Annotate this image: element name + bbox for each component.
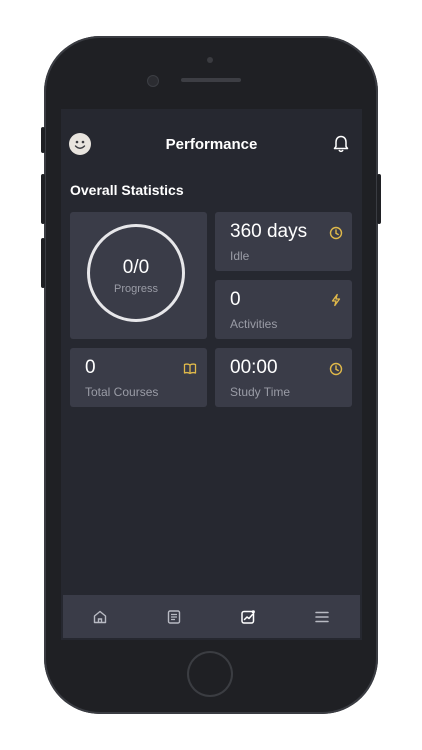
progress-label: Progress bbox=[113, 283, 159, 295]
mute-switch bbox=[41, 127, 45, 153]
earpiece-speaker bbox=[181, 78, 241, 82]
study-time-card[interactable]: 00:00 Study Time bbox=[215, 348, 352, 407]
clock-icon bbox=[329, 362, 343, 376]
power-button bbox=[377, 174, 381, 224]
clock-icon bbox=[329, 226, 343, 240]
page-title: Performance bbox=[165, 136, 258, 153]
top-bar: Performance bbox=[61, 109, 362, 179]
progress-value: 0/0 bbox=[122, 257, 150, 278]
total-courses-label: Total Courses bbox=[85, 385, 159, 399]
book-icon bbox=[183, 363, 197, 375]
study-time-label: Study Time bbox=[230, 385, 291, 399]
home-icon bbox=[93, 610, 107, 623]
proximity-sensor bbox=[207, 57, 213, 63]
activities-card[interactable]: 0 Activities bbox=[215, 280, 352, 339]
idle-card[interactable]: 360 days Idle bbox=[215, 212, 352, 271]
chart-icon bbox=[241, 609, 255, 624]
nav-menu[interactable] bbox=[285, 595, 359, 638]
nav-performance[interactable] bbox=[211, 595, 285, 638]
front-camera bbox=[148, 76, 158, 86]
lightning-icon bbox=[331, 293, 341, 307]
bottom-nav bbox=[63, 595, 360, 638]
activities-value: 0 bbox=[230, 289, 241, 310]
document-icon bbox=[167, 609, 181, 624]
home-button[interactable] bbox=[187, 651, 233, 697]
total-courses-card[interactable]: 0 Total Courses bbox=[70, 348, 207, 407]
activities-label: Activities bbox=[230, 317, 278, 331]
idle-label: Idle bbox=[230, 249, 250, 263]
nav-courses[interactable] bbox=[137, 595, 211, 638]
volume-up-button bbox=[41, 174, 45, 224]
notifications-button[interactable] bbox=[331, 134, 351, 154]
idle-value: 360 days bbox=[230, 221, 308, 242]
progress-ring: 0/0 Progress bbox=[87, 224, 185, 322]
menu-icon bbox=[315, 611, 329, 622]
study-time-value: 00:00 bbox=[230, 357, 278, 378]
volume-down-button bbox=[41, 238, 45, 288]
bell-icon bbox=[333, 135, 349, 153]
section-title: Overall Statistics bbox=[70, 182, 184, 198]
nav-home[interactable] bbox=[63, 595, 137, 638]
progress-card[interactable]: 0/0 Progress bbox=[70, 212, 207, 339]
total-courses-value: 0 bbox=[85, 357, 96, 378]
app-screen: Performance Overall Statistics 0/0 Progr… bbox=[61, 109, 362, 640]
